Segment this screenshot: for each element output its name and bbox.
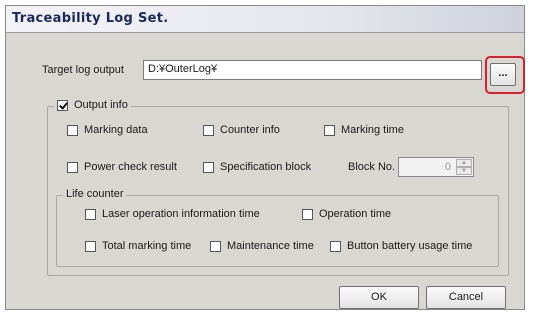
browse-button[interactable]: ... — [490, 63, 516, 86]
marking-data-option[interactable]: Marking data — [67, 124, 148, 136]
block-no-value: 0 — [444, 161, 451, 173]
laser-op-time-label: Laser operation information time — [102, 208, 260, 220]
maintenance-time-option[interactable]: Maintenance time — [210, 240, 314, 252]
laser-op-time-option[interactable]: Laser operation information time — [85, 208, 260, 220]
spec-block-option[interactable]: Specification block — [203, 161, 311, 173]
output-info-label: Output info — [74, 99, 128, 111]
total-marking-time-checkbox[interactable] — [85, 240, 96, 252]
maintenance-time-checkbox[interactable] — [210, 240, 221, 252]
battery-usage-time-checkbox[interactable] — [330, 240, 341, 252]
power-check-label: Power check result — [84, 161, 177, 173]
ok-button[interactable]: OK — [339, 286, 419, 309]
counter-info-option[interactable]: Counter info — [203, 124, 280, 136]
marking-data-label: Marking data — [84, 124, 148, 136]
marking-time-option[interactable]: Marking time — [324, 124, 404, 136]
output-info-toggle[interactable]: Output info — [54, 99, 131, 111]
output-info-checkbox[interactable] — [57, 99, 68, 111]
spec-block-checkbox[interactable] — [203, 161, 214, 173]
marking-data-checkbox[interactable] — [67, 124, 78, 136]
laser-op-time-checkbox[interactable] — [85, 208, 96, 220]
operation-time-checkbox[interactable] — [302, 208, 313, 220]
maintenance-time-label: Maintenance time — [227, 240, 314, 252]
battery-usage-time-label: Button battery usage time — [347, 240, 473, 252]
life-counter-group — [56, 195, 499, 267]
title-bar: Traceability Log Set. — [6, 6, 524, 33]
total-marking-time-label: Total marking time — [102, 240, 192, 252]
block-no-spinner[interactable]: 0 ▲ ▼ — [398, 157, 474, 177]
marking-time-label: Marking time — [341, 124, 404, 136]
spinner-arrows[interactable]: ▲ ▼ — [456, 159, 472, 175]
counter-info-checkbox[interactable] — [203, 124, 214, 136]
power-check-checkbox[interactable] — [67, 161, 78, 173]
power-check-option[interactable]: Power check result — [67, 161, 177, 173]
marking-time-checkbox[interactable] — [324, 124, 335, 136]
spinner-up-icon[interactable]: ▲ — [456, 159, 472, 167]
counter-info-label: Counter info — [220, 124, 280, 136]
spec-block-label: Specification block — [220, 161, 312, 173]
operation-time-label: Operation time — [319, 208, 392, 220]
block-no-label: Block No. — [348, 161, 396, 173]
operation-time-option[interactable]: Operation time — [302, 208, 391, 220]
total-marking-time-option[interactable]: Total marking time — [85, 240, 191, 252]
life-counter-label: Life counter — [63, 188, 127, 200]
spinner-down-icon[interactable]: ▼ — [456, 167, 472, 175]
cancel-button[interactable]: Cancel — [426, 286, 506, 309]
battery-usage-time-option[interactable]: Button battery usage time — [330, 240, 472, 252]
dialog-title: Traceability Log Set. — [12, 11, 169, 26]
target-log-input[interactable]: D:¥OuterLog¥ — [143, 60, 482, 80]
target-log-value: D:¥OuterLog¥ — [148, 63, 218, 75]
target-log-label: Target log output — [42, 64, 124, 76]
